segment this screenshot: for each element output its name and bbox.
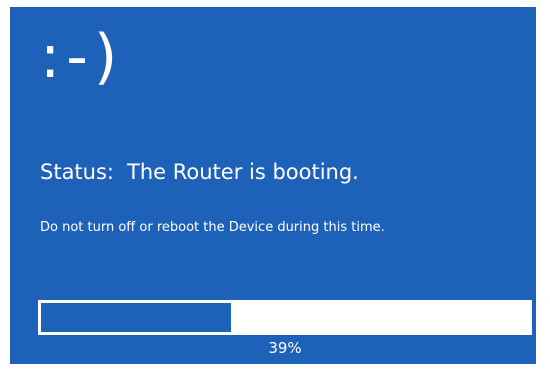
boot-screen: :-) Status: The Router is booting. Do not… bbox=[10, 7, 536, 364]
progress-percent: 39% bbox=[268, 339, 302, 357]
progress-label-container: 39% bbox=[38, 7, 532, 364]
